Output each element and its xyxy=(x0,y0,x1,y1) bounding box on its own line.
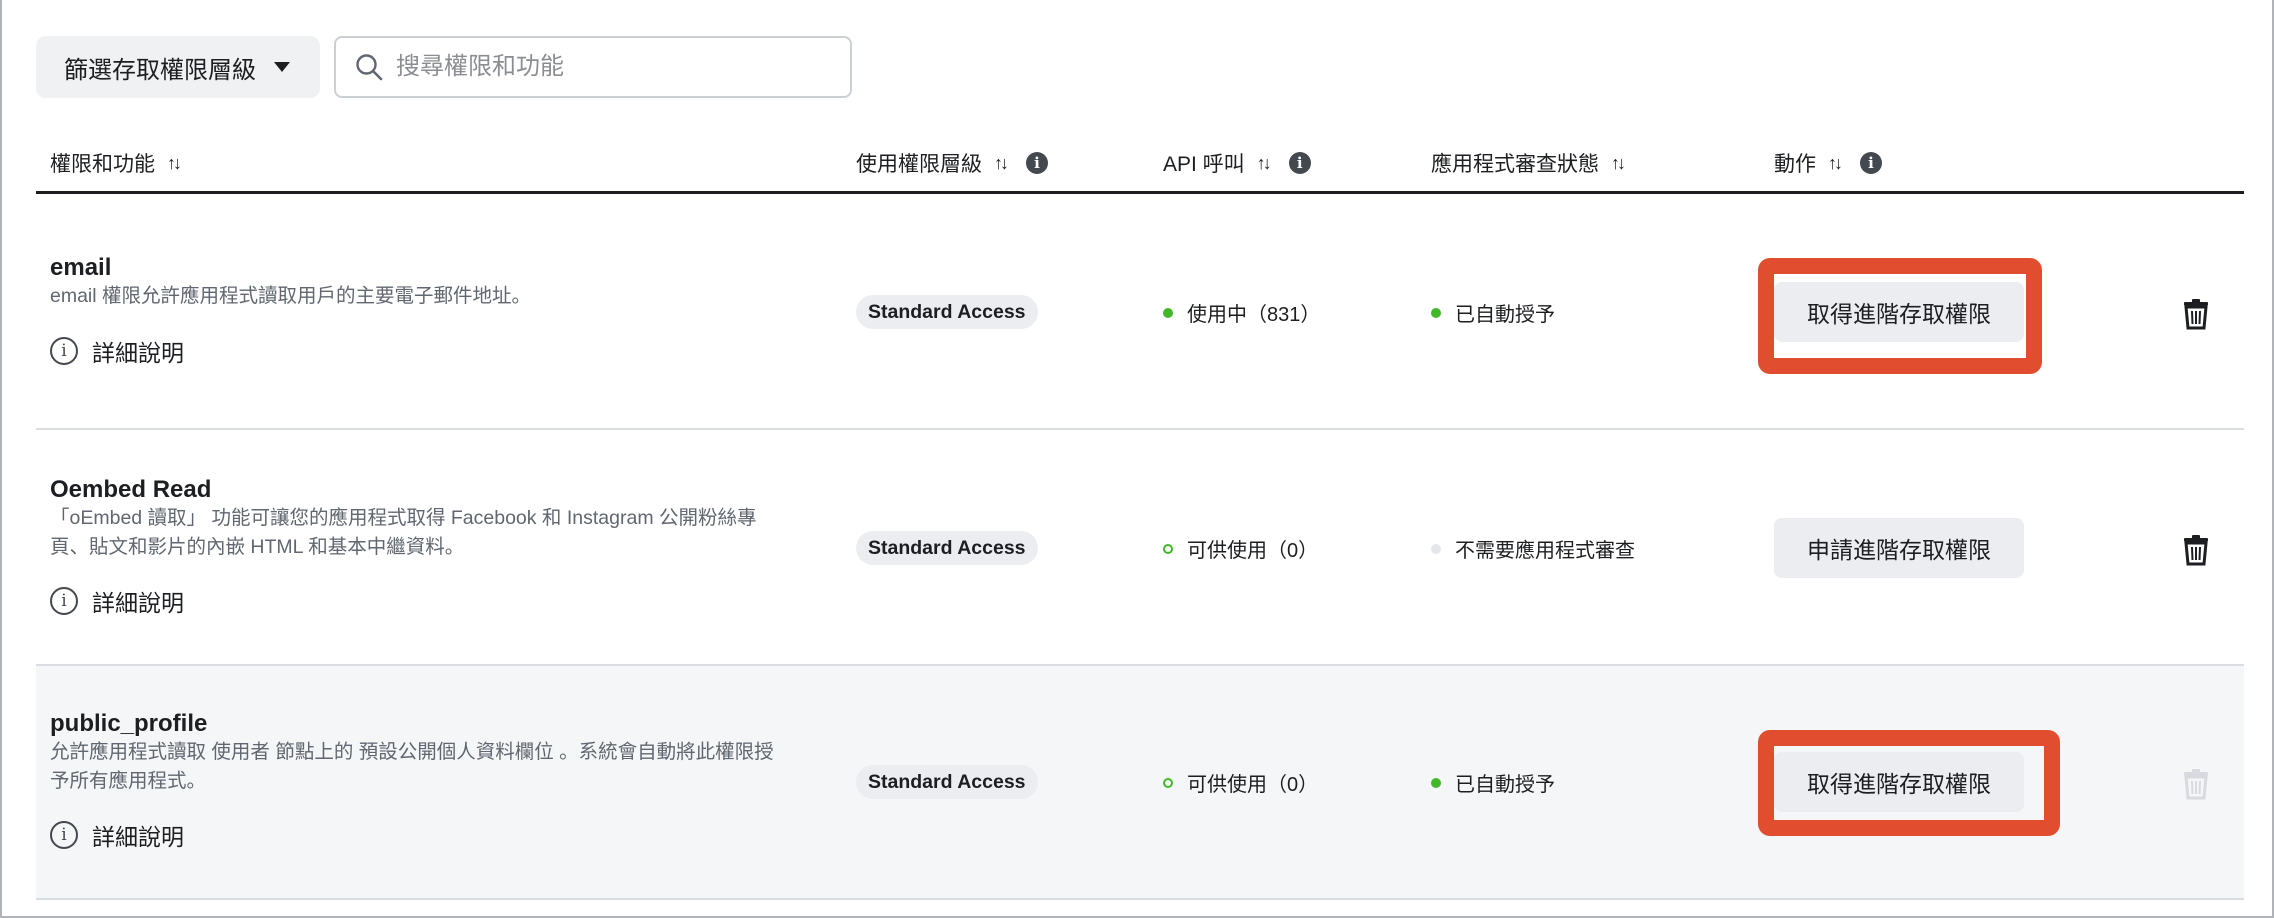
column-header-permission[interactable]: 權限和功能 ↑↓ xyxy=(50,148,182,178)
access-tier-badge: Standard Access xyxy=(856,295,1038,329)
info-icon[interactable]: i xyxy=(1288,152,1311,174)
access-tier-badge: Standard Access xyxy=(856,531,1038,565)
info-icon[interactable]: i xyxy=(1026,152,1048,174)
trash-icon[interactable] xyxy=(2181,298,2211,330)
access-tier-badge: Standard Access xyxy=(856,765,1038,799)
api-call-status: 可供使用（0） xyxy=(1163,768,1318,797)
column-header-action[interactable]: 動作 ↑↓ i xyxy=(1774,148,1882,178)
sort-icon: ↑↓ xyxy=(167,152,182,173)
review-status: 已自動授予 xyxy=(1431,768,1555,797)
table-row-public-profile: public_profile 允許應用程式讀取 使用者 節點上的 預設公開個人資… xyxy=(36,666,2244,900)
caret-down-icon xyxy=(274,62,290,72)
api-call-status: 使用中（831） xyxy=(1163,298,1320,327)
sort-icon: ↑↓ xyxy=(1256,152,1272,173)
search-icon xyxy=(356,54,383,81)
search-box[interactable] xyxy=(334,36,852,98)
info-outline-icon: i xyxy=(50,821,78,849)
permission-name: email xyxy=(50,254,112,281)
sort-icon: ↑↓ xyxy=(1828,152,1843,173)
filter-label: 篩選存取權限層級 xyxy=(64,56,256,84)
column-header-api-calls[interactable]: API 呼叫 ↑↓ i xyxy=(1163,148,1311,178)
permission-description: email 權限允許應用程式讀取用戶的主要電子郵件地址。 xyxy=(50,285,532,307)
trash-icon[interactable] xyxy=(2181,534,2211,566)
status-dot xyxy=(1431,307,1441,318)
table-row-oembed-read: Oembed Read 「oEmbed 讀取」 功能可讓您的應用程式取得 Fac… xyxy=(36,430,2244,666)
table-row-email: email email 權限允許應用程式讀取用戶的主要電子郵件地址。 i 詳細說… xyxy=(36,194,2244,430)
access-tier-filter-dropdown[interactable]: 篩選存取權限層級 xyxy=(36,36,320,98)
status-dot xyxy=(1163,307,1173,318)
trash-icon xyxy=(2184,769,2208,800)
permission-description: 允許應用程式讀取 使用者 節點上的 預設公開個人資料欄位 。系統會自動將此權限授… xyxy=(50,741,774,792)
review-status: 不需要應用程式審查 xyxy=(1431,534,1635,563)
status-dot xyxy=(1431,777,1441,788)
get-advanced-access-button[interactable]: 取得進階存取權限 xyxy=(1774,752,2024,812)
permission-description: 「oEmbed 讀取」 功能可讓您的應用程式取得 Facebook 和 Inst… xyxy=(50,507,757,558)
learn-more-link[interactable]: i 詳細說明 xyxy=(50,584,184,618)
get-advanced-access-button[interactable]: 取得進階存取權限 xyxy=(1774,282,2024,342)
api-call-status: 可供使用（0） xyxy=(1163,534,1318,563)
permission-name: Oembed Read xyxy=(50,476,212,503)
sort-icon: ↑↓ xyxy=(1611,152,1626,173)
review-status: 已自動授予 xyxy=(1431,298,1555,327)
search-input[interactable] xyxy=(396,53,816,81)
table-header: 權限和功能 ↑↓ 使用權限層級 ↑↓ i API 呼叫 ↑↓ i 應用程式審查狀… xyxy=(36,136,2244,194)
request-advanced-access-button[interactable]: 申請進階存取權限 xyxy=(1774,518,2024,578)
permission-name: public_profile xyxy=(50,710,208,737)
info-outline-icon: i xyxy=(50,337,78,365)
column-header-access-tier[interactable]: 使用權限層級 ↑↓ i xyxy=(856,148,1048,178)
status-dot xyxy=(1163,777,1173,788)
sort-icon: ↑↓ xyxy=(994,152,1009,173)
column-header-review-status[interactable]: 應用程式審查狀態 ↑↓ xyxy=(1431,148,1626,178)
status-dot xyxy=(1163,543,1173,554)
status-dot xyxy=(1431,543,1441,554)
learn-more-link[interactable]: i 詳細說明 xyxy=(50,334,184,368)
info-icon[interactable]: i xyxy=(1860,152,1882,174)
info-outline-icon: i xyxy=(50,587,78,615)
learn-more-link[interactable]: i 詳細說明 xyxy=(50,818,184,852)
